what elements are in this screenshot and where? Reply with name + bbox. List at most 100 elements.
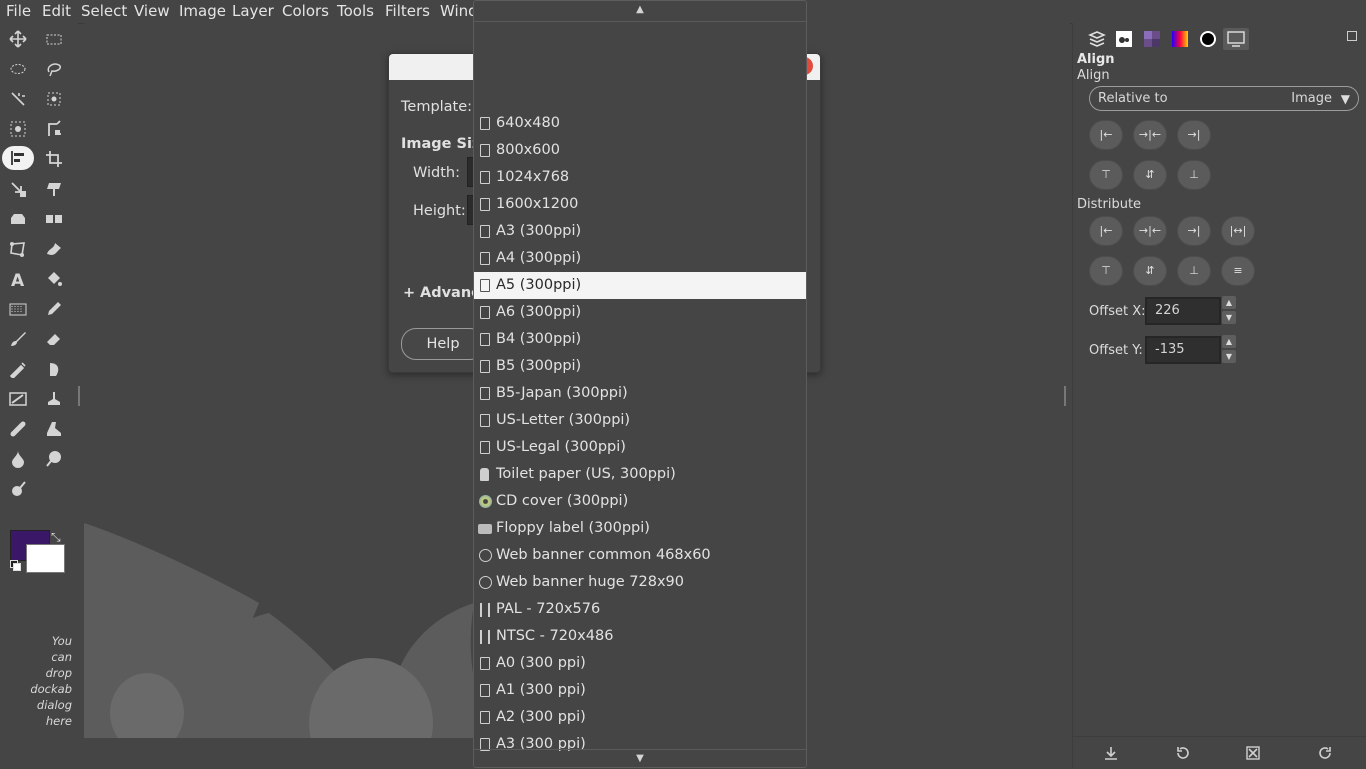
- fuzzy-select-icon[interactable]: [5, 87, 31, 111]
- template-option[interactable]: Web banner huge 728x90: [474, 569, 806, 596]
- distribute-top-button[interactable]: ⊤: [1089, 256, 1123, 286]
- fonts-tab-icon[interactable]: [1197, 28, 1219, 50]
- scissors-select-icon[interactable]: [5, 117, 31, 141]
- template-option[interactable]: CD cover (300ppi): [474, 488, 806, 515]
- clone-tool-icon[interactable]: [41, 387, 67, 411]
- gradients-tab-icon[interactable]: [1169, 28, 1191, 50]
- patterns-tab-icon[interactable]: [1141, 28, 1163, 50]
- ink-tool-icon[interactable]: [41, 357, 67, 381]
- offset-y-input[interactable]: -135: [1145, 336, 1221, 364]
- left-dock-sash[interactable]: [78, 386, 80, 406]
- flip-tool-icon[interactable]: [41, 207, 67, 231]
- template-option[interactable]: A0 (300 ppi): [474, 650, 806, 677]
- airbrush-icon[interactable]: [5, 357, 31, 381]
- distribute-left-button[interactable]: |←: [1089, 216, 1123, 246]
- menu-layer[interactable]: Layer: [232, 2, 274, 20]
- paintbrush-icon[interactable]: [5, 327, 31, 351]
- menu-filters[interactable]: Filters: [385, 2, 430, 20]
- template-option[interactable]: US-Legal (300ppi): [474, 434, 806, 461]
- template-option[interactable]: 800x600: [474, 137, 806, 164]
- template-option[interactable]: US-Letter (300ppi): [474, 407, 806, 434]
- distribute-vertical-spacing-button[interactable]: ≡: [1221, 256, 1255, 286]
- template-option[interactable]: 1600x1200: [474, 191, 806, 218]
- template-option[interactable]: NTSC - 720x486: [474, 623, 806, 650]
- template-option[interactable]: A6 (300ppi): [474, 299, 806, 326]
- template-option[interactable]: B4 (300ppi): [474, 326, 806, 353]
- ellipse-select-icon[interactable]: [5, 57, 31, 81]
- template-option[interactable]: A2 (300 ppi): [474, 704, 806, 731]
- distribute-middle-vertical-button[interactable]: ⇵: [1133, 256, 1167, 286]
- menu-file[interactable]: File: [6, 2, 31, 20]
- menu-colors[interactable]: Colors: [282, 2, 329, 20]
- distribute-right-button[interactable]: →|: [1177, 216, 1211, 246]
- menu-edit[interactable]: Edit: [42, 2, 71, 20]
- offset-x-input[interactable]: 226: [1145, 297, 1221, 325]
- align-right-edge-button[interactable]: →|: [1177, 120, 1211, 150]
- template-option[interactable]: Floppy label (300ppi): [474, 515, 806, 542]
- offset-y-increment-button[interactable]: ▲: [1222, 335, 1236, 348]
- template-option[interactable]: A1 (300 ppi): [474, 677, 806, 704]
- swap-colors-icon[interactable]: ⤡: [51, 530, 61, 545]
- relative-to-combo[interactable]: Relative to Image ▼: [1089, 86, 1359, 111]
- template-option[interactable]: B5 (300ppi): [474, 353, 806, 380]
- align-bottom-edge-button[interactable]: ⊥: [1177, 160, 1211, 190]
- save-options-icon[interactable]: [1103, 745, 1119, 761]
- template-option[interactable]: A5 (300ppi): [474, 272, 806, 299]
- align-center-horizontal-button[interactable]: →|←: [1133, 120, 1167, 150]
- gradient-tool-icon[interactable]: [5, 297, 31, 321]
- text-tool-icon[interactable]: A: [5, 267, 31, 291]
- align-tool-icon[interactable]: [2, 146, 34, 170]
- template-option[interactable]: Web banner common 468x60: [474, 542, 806, 569]
- brushes-tab-icon[interactable]: [1113, 28, 1135, 50]
- template-option[interactable]: Toilet paper (US, 300ppi): [474, 461, 806, 488]
- crop-tool-icon[interactable]: [41, 147, 67, 171]
- template-option[interactable]: A4 (300ppi): [474, 245, 806, 272]
- menu-tools[interactable]: Tools: [337, 2, 374, 20]
- offset-x-decrement-button[interactable]: ▼: [1222, 311, 1236, 324]
- dock-menu-icon[interactable]: [1347, 31, 1357, 41]
- eraser-icon[interactable]: [41, 327, 67, 351]
- right-dock-sash[interactable]: [1064, 386, 1066, 406]
- menu-image[interactable]: Image: [179, 2, 226, 20]
- select-by-color-icon[interactable]: [41, 87, 67, 111]
- distribute-center-horizontal-button[interactable]: →|←: [1133, 216, 1167, 246]
- align-left-edge-button[interactable]: |←: [1089, 120, 1123, 150]
- paths-tool-icon[interactable]: [5, 237, 31, 261]
- smudge-icon[interactable]: [41, 237, 67, 261]
- warp-transform-icon[interactable]: [5, 207, 31, 231]
- reset-colors-icon[interactable]: [10, 560, 21, 571]
- tool-options-tab-icon[interactable]: [1223, 28, 1249, 50]
- offset-y-decrement-button[interactable]: ▼: [1222, 350, 1236, 363]
- layers-tab-icon[interactable]: [1086, 28, 1108, 50]
- delete-options-icon[interactable]: [1245, 745, 1261, 761]
- template-option[interactable]: 1024x768: [474, 164, 806, 191]
- align-middle-vertical-button[interactable]: ⇵: [1133, 160, 1167, 190]
- distribute-bottom-button[interactable]: ⊥: [1177, 256, 1211, 286]
- template-option[interactable]: 640x480: [474, 110, 806, 137]
- template-option[interactable]: B5-Japan (300ppi): [474, 380, 806, 407]
- reset-options-icon[interactable]: [1317, 745, 1333, 761]
- mypaint-brush-icon[interactable]: [5, 387, 31, 411]
- offset-x-increment-button[interactable]: ▲: [1222, 296, 1236, 309]
- foreground-select-icon[interactable]: [41, 117, 67, 141]
- smudge-finger-icon[interactable]: [41, 447, 67, 471]
- unified-transform-icon[interactable]: [5, 177, 31, 201]
- menu-view[interactable]: View: [134, 2, 170, 20]
- shear-tool-icon[interactable]: [41, 177, 67, 201]
- menu-select[interactable]: Select: [81, 2, 127, 20]
- scroll-up-arrow-icon[interactable]: ▲: [474, 1, 806, 22]
- rect-select-icon[interactable]: [41, 27, 67, 51]
- move-tool-icon[interactable]: [5, 27, 31, 51]
- scroll-down-arrow-icon[interactable]: ▼: [474, 749, 806, 767]
- dodge-burn-icon[interactable]: [5, 477, 31, 501]
- distribute-horizontal-spacing-button[interactable]: |↔|: [1221, 216, 1255, 246]
- pencil-tool-icon[interactable]: [41, 297, 67, 321]
- lasso-icon[interactable]: [41, 57, 67, 81]
- advanced-expander-icon[interactable]: +: [403, 285, 415, 301]
- perspective-clone-icon[interactable]: [41, 417, 67, 441]
- blur-tool-icon[interactable]: [5, 447, 31, 471]
- template-option[interactable]: A3 (300ppi): [474, 218, 806, 245]
- template-option[interactable]: PAL - 720x576: [474, 596, 806, 623]
- restore-options-icon[interactable]: [1175, 745, 1191, 761]
- heal-tool-icon[interactable]: [5, 417, 31, 441]
